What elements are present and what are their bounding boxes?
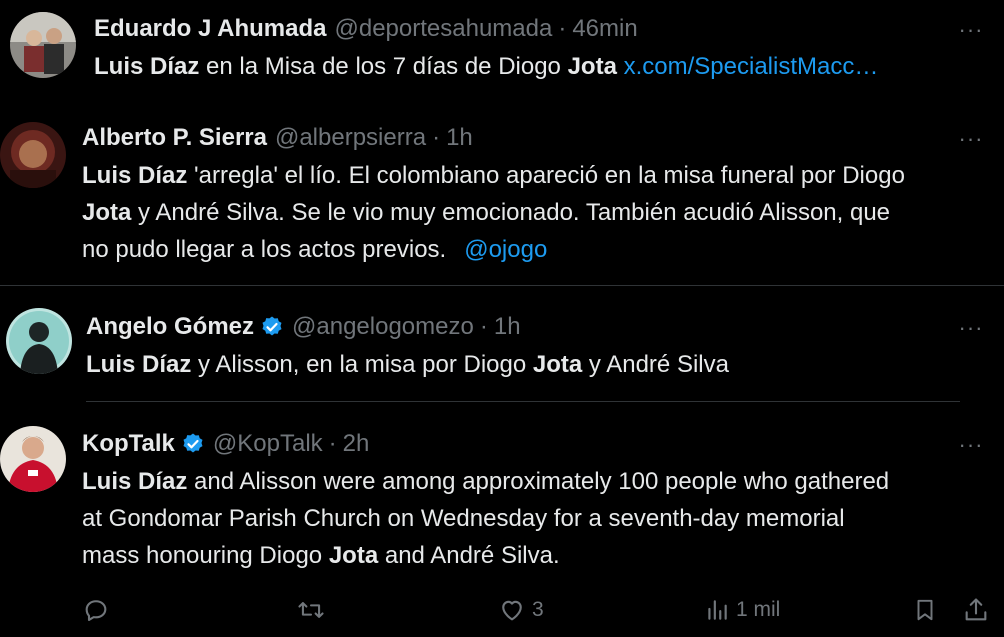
author-name[interactable]: Eduardo J Ahumada	[94, 14, 326, 44]
timeline-feed: Eduardo J Ahumada @deportesahumada · 46m…	[0, 0, 1004, 637]
text-segment: and Alisson were among approximately 100…	[187, 468, 890, 495]
tweet-text: Luis Díaz 'arregla' el lío. El colombian…	[82, 157, 905, 268]
heart-icon	[502, 600, 522, 621]
verified-badge-icon	[260, 315, 284, 339]
tweet-text: Luis Díaz y Alisson, en la misa por Diog…	[86, 346, 729, 383]
views-count: 1 mil	[736, 598, 781, 621]
text-segment: y André Silva. Se le vio muy emocionado.…	[131, 199, 891, 226]
share-button[interactable]	[962, 596, 990, 624]
author-name[interactable]: Alberto P. Sierra	[82, 123, 267, 153]
tweet-eduardo[interactable]: Eduardo J Ahumada @deportesahumada · 46m…	[0, 0, 1004, 105]
text-line: no pudo llegar a los actos previos. @ojog…	[82, 231, 905, 268]
bold-text: Luis Díaz	[94, 53, 200, 80]
author-name[interactable]: KopTalk	[82, 429, 175, 459]
avatar[interactable]	[0, 426, 66, 492]
text-segment: y Alisson, en la misa por Diogo	[191, 351, 533, 378]
text-segment: no pudo llegar a los actos previos.	[82, 236, 447, 263]
avatar[interactable]	[0, 122, 66, 188]
bold-text: Luis Díaz	[86, 351, 192, 378]
avatar[interactable]	[6, 308, 72, 374]
tweet-angelo[interactable]: Angelo Gómez @angelogomezo · 1h ··· Luis…	[0, 286, 1004, 401]
like-count: 3	[532, 598, 544, 621]
separator-dot: ·	[479, 313, 488, 340]
timestamp[interactable]: 1h	[494, 312, 521, 342]
text-segment: mass honouring Diogo	[82, 542, 329, 569]
more-options-icon[interactable]: ···	[956, 434, 986, 456]
more-options-icon[interactable]: ···	[956, 128, 986, 150]
more-options-icon[interactable]: ···	[956, 19, 986, 41]
separator-dot: ·	[328, 430, 337, 457]
tweet-actions: 3 1 mil	[0, 590, 1004, 630]
like-button[interactable]: 3	[498, 596, 544, 624]
text-line: mass honouring Diogo Jota and André Silv…	[82, 537, 889, 574]
text-line: Jota y André Silva. Se le vio muy emocio…	[82, 194, 905, 231]
timestamp[interactable]: 2h	[343, 429, 370, 459]
bold-text: Jota	[328, 542, 379, 569]
mention-link[interactable]: @ojogo	[464, 236, 547, 263]
timestamp[interactable]: 1h	[446, 123, 473, 153]
separator-dot: ·	[432, 124, 441, 151]
author-handle[interactable]: @deportesahumada	[334, 14, 552, 44]
text-line: Luis Díaz 'arregla' el lío. El colombian…	[82, 157, 905, 194]
reply-button[interactable]	[82, 596, 110, 624]
separator-dot: ·	[558, 15, 567, 42]
tweet-link[interactable]: x.com/SpecialistMacc…	[617, 53, 879, 80]
views-icon	[708, 600, 727, 620]
retweet-button[interactable]	[296, 596, 326, 624]
author-handle[interactable]: @KopTalk	[213, 429, 323, 459]
bold-text: Luis Díaz	[82, 468, 188, 495]
verified-badge-icon	[181, 432, 205, 456]
share-icon	[965, 598, 987, 621]
timestamp[interactable]: 46min	[572, 14, 637, 44]
bold-text: Jota	[567, 53, 617, 80]
more-options-icon[interactable]: ···	[956, 317, 986, 339]
tweet-text: Luis Díaz and Alisson were among approxi…	[82, 463, 889, 574]
text-line: Luis Díaz and Alisson were among approxi…	[82, 463, 889, 500]
bookmark-button[interactable]	[912, 596, 938, 624]
tweet-text: Luis Díaz en la Misa de los 7 días de Di…	[94, 48, 878, 85]
author-handle[interactable]: @alberpsierra	[275, 123, 426, 153]
bookmark-icon	[917, 599, 933, 621]
views-button[interactable]: 1 mil	[704, 596, 780, 624]
author-handle[interactable]: @angelogomezo	[292, 312, 474, 342]
bold-text: Luis Díaz	[82, 162, 188, 189]
text-segment: at Gondomar Parish Church on Wednesday f…	[82, 505, 845, 532]
text-segment: en la Misa de los 7 días de Diogo	[199, 53, 568, 80]
avatar[interactable]	[10, 12, 76, 78]
text-line: at Gondomar Parish Church on Wednesday f…	[82, 500, 889, 537]
text-segment: 'arregla' el lío. El colombiano apareció…	[187, 162, 905, 189]
text-segment: y André Silva	[582, 351, 729, 378]
bold-text: Jota	[532, 351, 583, 378]
reply-icon	[85, 600, 107, 621]
tweet-alberto[interactable]: Alberto P. Sierra @alberpsierra · 1h ···…	[0, 105, 1004, 285]
bold-text: Jota	[82, 199, 132, 226]
text-segment: and André Silva.	[378, 542, 560, 569]
retweet-icon	[298, 602, 324, 618]
author-name[interactable]: Angelo Gómez	[86, 312, 254, 342]
